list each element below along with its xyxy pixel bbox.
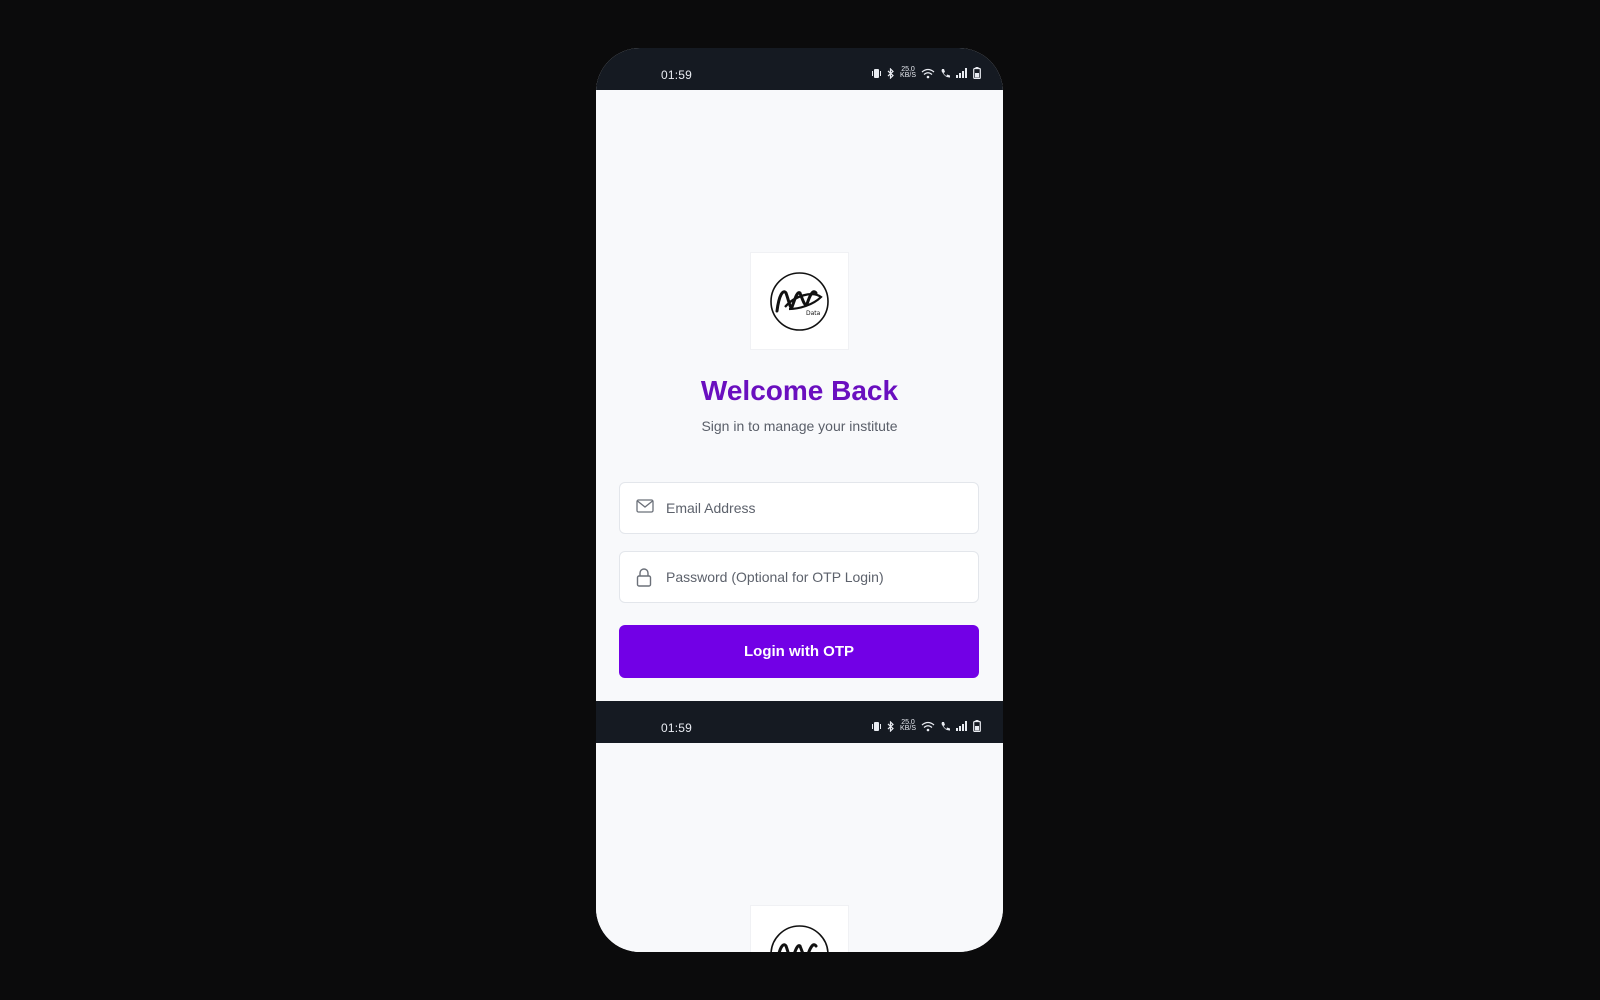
- vibrate-icon: [872, 68, 882, 78]
- wifi-icon: [921, 721, 935, 731]
- app-logo: [751, 906, 848, 952]
- vibrate-icon: [872, 721, 882, 731]
- login-screen: Data Welcome Back Sign in to manage your…: [596, 90, 1003, 701]
- page-subtitle: Sign in to manage your institute: [701, 418, 898, 434]
- password-field[interactable]: Password (Optional for OTP Login): [619, 551, 979, 603]
- password-placeholder[interactable]: Password (Optional for OTP Login): [666, 569, 884, 585]
- phone-frame: 01:59 25.0 KB/S Data Welcome Back Sign in…: [596, 48, 1003, 952]
- page-title: Welcome Back: [700, 375, 899, 406]
- status-bar-duplicate: 01:59 25.0 KB/S: [596, 701, 1003, 743]
- mail-icon: [636, 499, 654, 513]
- logo-mark-icon: Data: [770, 272, 829, 331]
- network-speed: 25.0 KB/S: [900, 66, 916, 79]
- app-logo: Data: [751, 253, 848, 349]
- call-icon: [941, 68, 950, 78]
- status-time: 01:59: [661, 721, 693, 735]
- logo-text: Data: [806, 310, 821, 317]
- status-icons: 25.0 KB/S: [871, 66, 981, 79]
- signal-icon: [956, 721, 967, 731]
- logo-mark-icon: [770, 925, 829, 952]
- login-screen-duplicate: [596, 743, 1003, 952]
- email-field[interactable]: Email Address: [619, 482, 979, 534]
- call-icon: [941, 721, 950, 731]
- wifi-icon: [921, 68, 935, 78]
- battery-icon: [973, 720, 981, 732]
- status-bar: 01:59 25.0 KB/S: [596, 48, 1003, 90]
- lock-icon: [636, 568, 652, 587]
- login-otp-button[interactable]: Login with OTP: [619, 625, 979, 678]
- signal-icon: [956, 68, 967, 78]
- network-speed: 25.0 KB/S: [900, 719, 916, 732]
- battery-icon: [973, 67, 981, 79]
- status-icons: 25.0 KB/S: [871, 719, 981, 732]
- status-time: 01:59: [661, 68, 693, 82]
- email-placeholder[interactable]: Email Address: [666, 500, 755, 516]
- bluetooth-icon: [887, 720, 894, 732]
- bluetooth-icon: [887, 67, 894, 79]
